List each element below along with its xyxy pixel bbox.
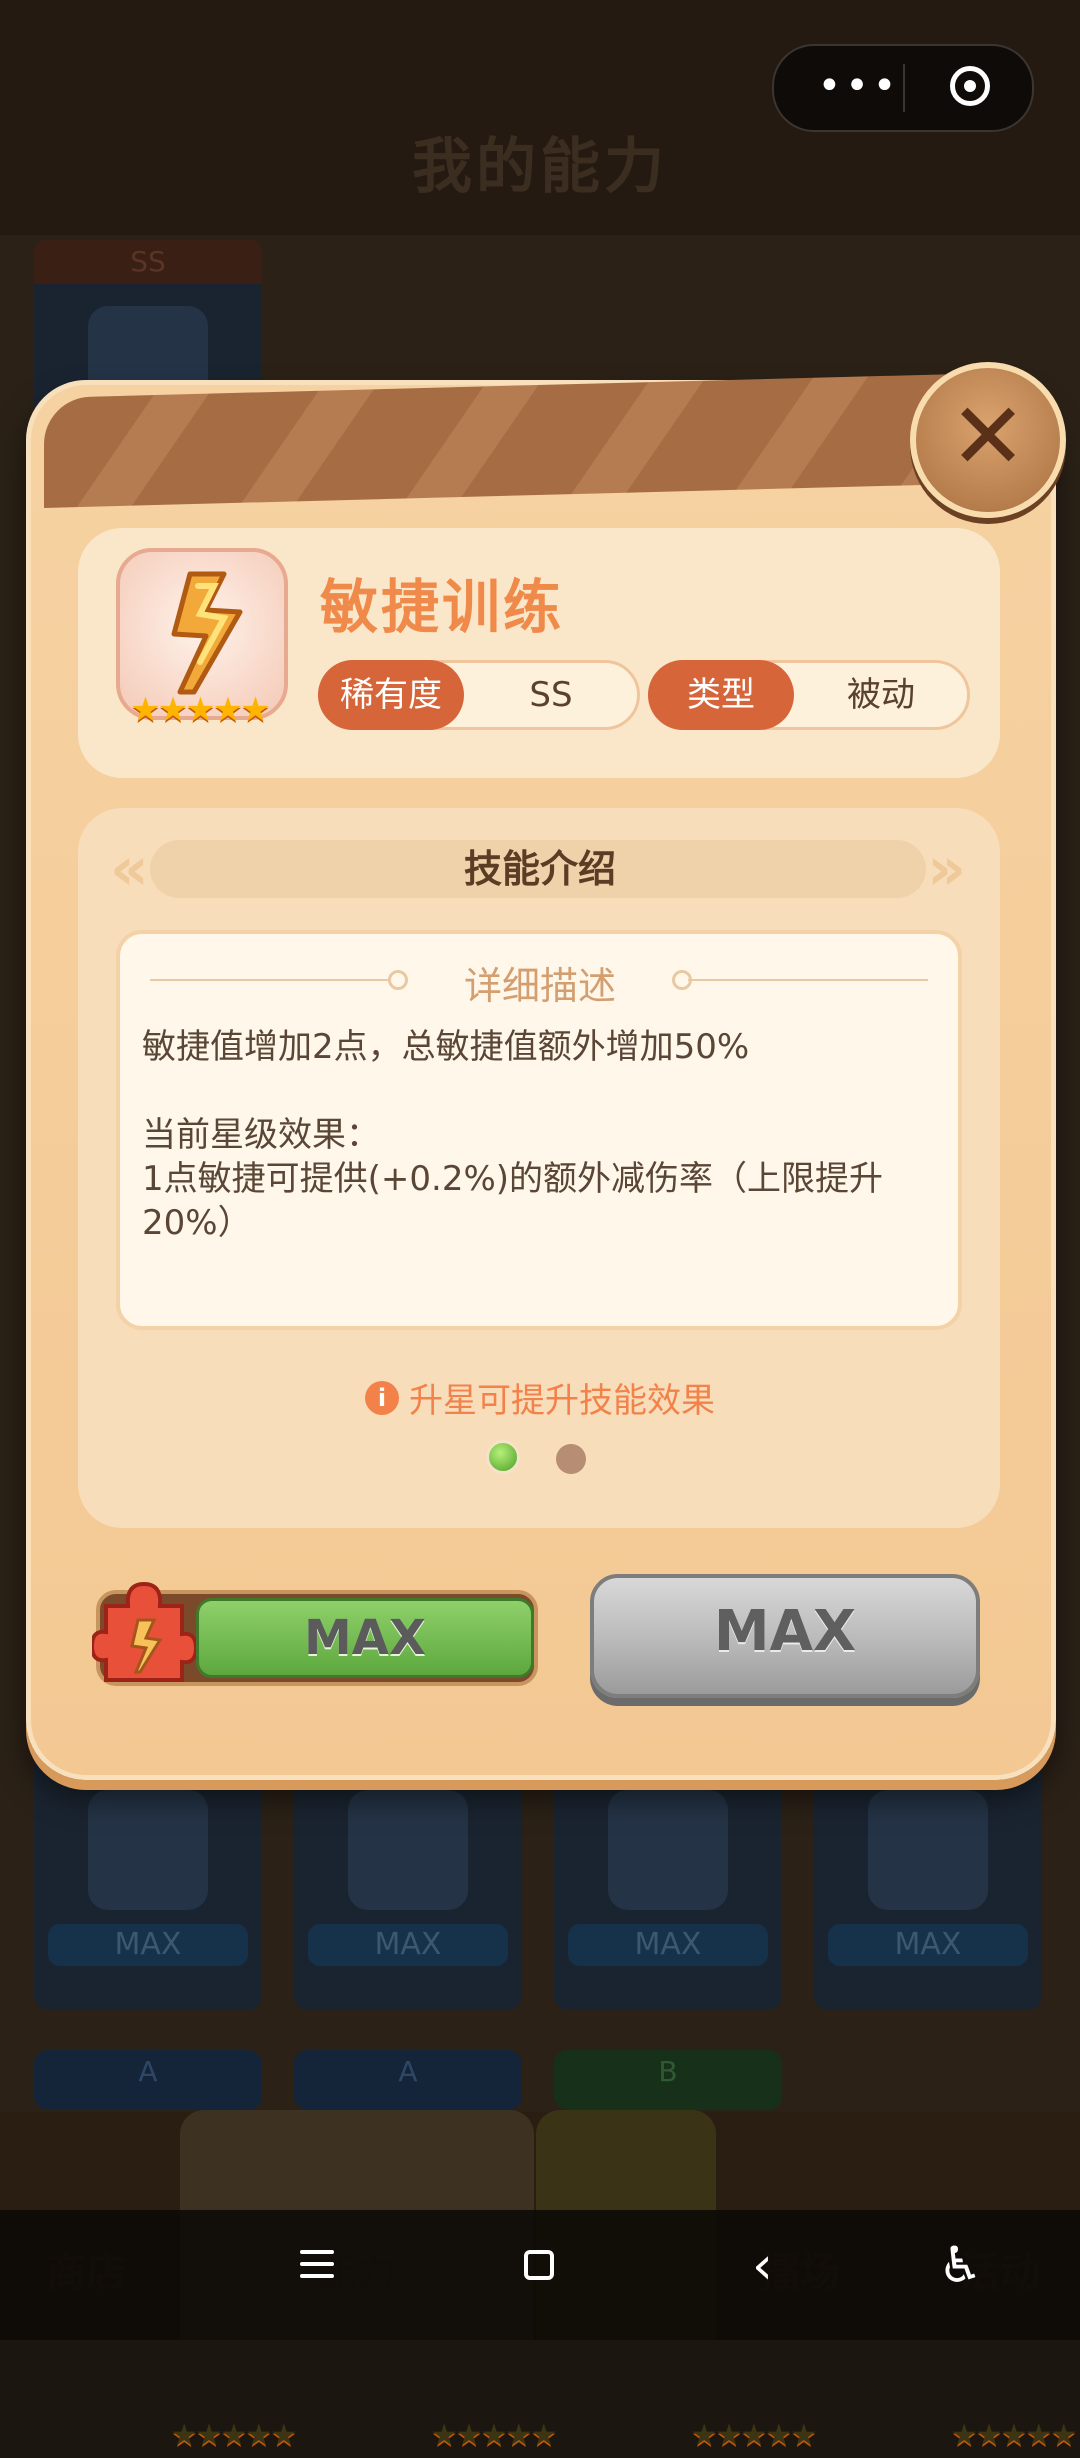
hint-text: 升星可提升技能效果 xyxy=(409,1381,715,1421)
rarity-value: SS xyxy=(529,675,573,715)
shield-icon xyxy=(868,1790,988,1910)
description-text: 敏捷值增加2点，总敏捷值额外增加50% 当前星级效果： 1点敏捷可提供(+0.2… xyxy=(142,1027,884,1243)
type-value: 被动 xyxy=(847,675,915,715)
star-rating: ★★★★★ xyxy=(430,2418,557,2453)
star-rating: ★★★★★ xyxy=(130,690,270,730)
back-icon[interactable]: ‹ xyxy=(752,2240,773,2292)
target-close-icon[interactable] xyxy=(950,66,990,106)
rarity-tag: SS xyxy=(34,240,262,284)
puzzle-piece-icon xyxy=(89,1576,199,1686)
rarity-tag: A xyxy=(398,2055,418,2088)
skill-name: 敏捷训练 xyxy=(320,573,565,641)
star-rating: ★★★★★ xyxy=(690,2418,817,2453)
rarity-label: 稀有度 xyxy=(318,660,464,730)
more-dots-icon[interactable]: ••• xyxy=(814,66,904,106)
recents-menu-icon[interactable] xyxy=(300,2250,334,2280)
max-label: MAX xyxy=(568,1924,768,1966)
miniprogram-capsule: ••• xyxy=(772,44,1034,132)
close-icon[interactable]: ✕ xyxy=(910,362,1066,518)
sword-icon xyxy=(608,1790,728,1910)
rarity-tag: B xyxy=(658,2055,678,2088)
max-label: MAX xyxy=(308,1924,508,1966)
rarity-tag: A xyxy=(138,2055,158,2088)
ability-card[interactable]: B xyxy=(554,2050,782,2110)
type-label: 类型 xyxy=(648,660,794,730)
type-pill: 类型 被动 xyxy=(648,660,970,730)
intro-title: 技能介绍 xyxy=(463,847,616,891)
star-rating: ★★★★★ xyxy=(170,2418,297,2453)
star-up-hint: i 升星可提升技能效果 xyxy=(0,1373,1080,1422)
page-dot[interactable] xyxy=(556,1444,586,1474)
star-rating: ★★★★★ xyxy=(950,2418,1077,2453)
rarity-pill: 稀有度 SS xyxy=(318,660,640,730)
demon-mask-icon xyxy=(88,1790,208,1910)
ability-card[interactable]: A xyxy=(34,2050,262,2110)
description-heading: 详细描述 xyxy=(463,964,616,1008)
star-up-label: MAX xyxy=(713,1599,857,1664)
capsule-divider xyxy=(903,64,905,112)
ability-card[interactable]: A xyxy=(294,2050,522,2110)
home-icon[interactable] xyxy=(524,2250,554,2280)
upgrade-label: MAX xyxy=(304,1610,426,1666)
max-label: MAX xyxy=(828,1924,1028,1966)
info-icon: i xyxy=(365,1380,399,1415)
accessibility-icon[interactable]: ♿ xyxy=(938,2238,983,2292)
bandage-icon xyxy=(348,1790,468,1910)
max-label: MAX xyxy=(48,1924,248,1966)
page-dot-active[interactable] xyxy=(486,1440,520,1474)
